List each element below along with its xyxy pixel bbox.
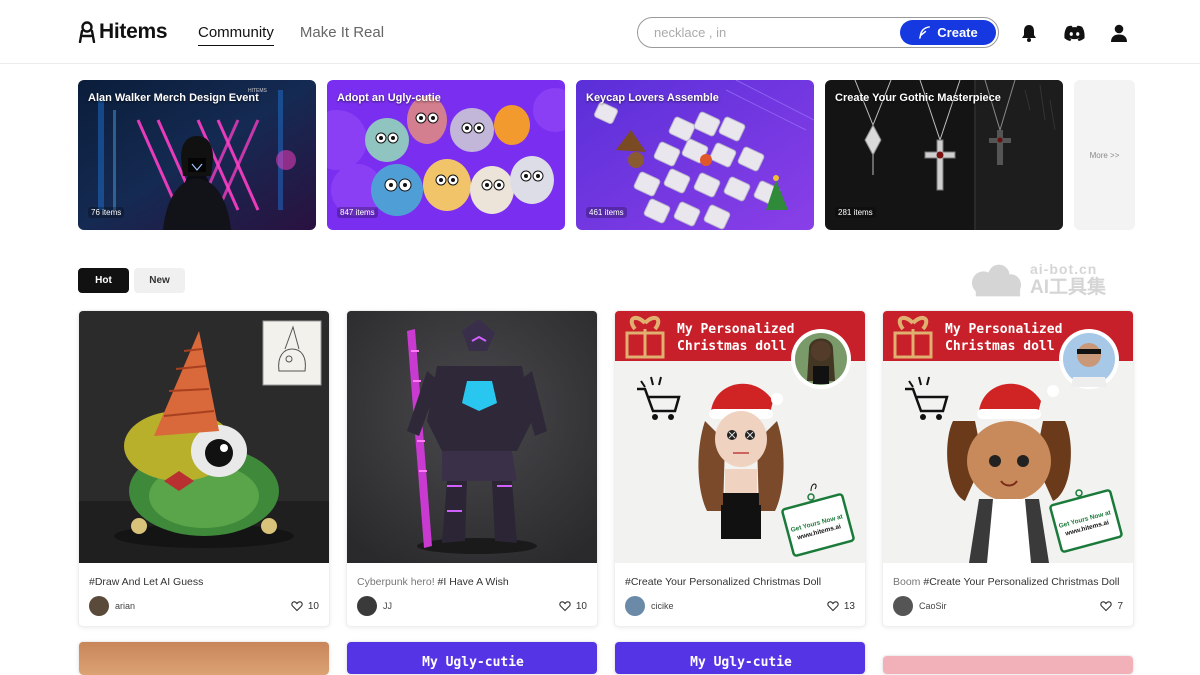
post-caption: #Create Your Personalized Christmas Doll xyxy=(625,575,855,590)
create-button-label: Create xyxy=(937,24,978,40)
avatar xyxy=(625,596,645,616)
heart-icon xyxy=(1100,601,1113,612)
post-card[interactable] xyxy=(882,655,1134,675)
top-navbar: Hitems Community Make It Real Create xyxy=(0,0,1200,64)
post-caption-tag[interactable]: #Draw And Let AI Guess xyxy=(89,576,203,588)
banner-item-count: 847 items xyxy=(337,207,378,218)
post-card[interactable]: My Ugly-cutie xyxy=(614,641,866,675)
username: cicike xyxy=(651,601,674,611)
banner-gothic-masterpiece[interactable]: Create Your Gothic Masterpiece 281 items xyxy=(825,80,1063,230)
banner-item-count: 281 items xyxy=(835,207,876,218)
post-card[interactable]: My Ugly-cutie xyxy=(346,641,598,675)
watermark-bottom-text: AI工具集 xyxy=(1030,277,1107,298)
post-card[interactable]: Cyberpunk hero! #I Have A Wish JJ 10 xyxy=(346,310,598,627)
post-caption-prefix: Boom xyxy=(893,576,924,588)
christmas-header-line-1: My Personalized xyxy=(945,322,1063,337)
christmas-header-text: My Personalized Christmas doll xyxy=(945,321,1062,355)
post-image xyxy=(883,656,1133,674)
post-caption-prefix: Cyberpunk hero! xyxy=(357,576,438,588)
like-button[interactable]: 10 xyxy=(559,600,587,612)
like-count: 10 xyxy=(575,600,587,612)
profile-button[interactable] xyxy=(1108,22,1130,44)
logo[interactable]: Hitems xyxy=(78,20,168,44)
avatar xyxy=(89,596,109,616)
banner-item-count: 461 items xyxy=(586,207,627,218)
heart-icon xyxy=(827,601,839,612)
cyberpunk-robot-image xyxy=(347,311,597,563)
frog-wizard-image xyxy=(79,311,329,563)
banner-title: Create Your Gothic Masterpiece xyxy=(835,92,1001,104)
like-count: 10 xyxy=(307,600,319,612)
christmas-header-text: My Personalized Christmas doll xyxy=(677,321,794,355)
like-button[interactable]: 10 xyxy=(291,600,319,612)
tab-new[interactable]: New xyxy=(134,268,185,293)
nav-community[interactable]: Community xyxy=(198,24,274,46)
post-author[interactable]: cicike xyxy=(625,596,674,616)
sort-tabs: Hot New xyxy=(78,268,185,293)
post-caption-tag[interactable]: #I Have A Wish xyxy=(438,576,509,588)
main-nav: Community Make It Real xyxy=(198,24,384,46)
post-caption-tag[interactable]: #Create Your Personalized Christmas Doll xyxy=(923,576,1119,588)
search-input[interactable] xyxy=(654,23,894,42)
banner-ugly-cutie[interactable]: Adopt an Ugly-cutie 847 items xyxy=(327,80,565,230)
banner-title: Adopt an Ugly-cutie xyxy=(337,92,441,104)
watermark: ai-bot.cn AI工具集 xyxy=(970,262,1106,297)
post-card[interactable]: My Personalized Christmas doll Get Yours… xyxy=(882,310,1134,627)
post-card[interactable] xyxy=(78,641,330,675)
post-image xyxy=(79,642,329,675)
username: CaoSir xyxy=(919,601,947,611)
logo-icon xyxy=(78,21,96,43)
ugly-cutie-header: My Ugly-cutie xyxy=(347,642,597,674)
username: JJ xyxy=(383,601,392,611)
more-events-button[interactable]: More >> xyxy=(1074,80,1135,230)
post-card[interactable]: #Draw And Let AI Guess arian 10 xyxy=(78,310,330,627)
watermark-top-text: ai-bot.cn xyxy=(1030,261,1098,277)
post-author[interactable]: arian xyxy=(89,596,135,616)
post-image xyxy=(79,311,329,563)
banner-keycap-lovers[interactable]: Keycap Lovers Assemble 461 items xyxy=(576,80,814,230)
post-image xyxy=(347,311,597,563)
heart-icon xyxy=(559,601,571,612)
like-count: 13 xyxy=(843,600,855,612)
search-bar: Create xyxy=(637,17,999,48)
post-caption: Boom #Create Your Personalized Christmas… xyxy=(893,575,1123,590)
post-image: My Personalized Christmas doll Get Yours… xyxy=(883,311,1133,563)
avatar xyxy=(893,596,913,616)
banner-item-count: 76 items xyxy=(88,207,125,218)
christmas-header-line-2: Christmas doll xyxy=(677,339,787,354)
username: arian xyxy=(115,601,136,611)
christmas-header-line-1: My Personalized xyxy=(677,322,795,337)
post-caption: #Draw And Let AI Guess xyxy=(89,575,319,590)
christmas-header-line-2: Christmas doll xyxy=(945,339,1055,354)
banner-alan-walker[interactable]: HITEMS Alan Walker Merch Design Event 76… xyxy=(78,80,316,230)
post-caption-tag[interactable]: #Create Your Personalized Christmas Doll xyxy=(625,576,821,588)
like-count: 7 xyxy=(1117,600,1123,612)
discord-button[interactable] xyxy=(1062,22,1086,44)
post-caption: Cyberpunk hero! #I Have A Wish xyxy=(357,575,587,590)
post-author[interactable]: CaoSir xyxy=(893,596,947,616)
post-image: My Personalized Christmas doll Get Yours… xyxy=(615,311,865,563)
avatar xyxy=(357,596,377,616)
bell-icon xyxy=(1022,25,1036,42)
event-banners: HITEMS Alan Walker Merch Design Event 76… xyxy=(78,80,1135,230)
post-card[interactable]: My Personalized Christmas doll Get Yours… xyxy=(614,310,866,627)
post-author[interactable]: JJ xyxy=(357,596,392,616)
feather-icon xyxy=(919,25,931,39)
user-icon xyxy=(1111,24,1127,42)
notifications-button[interactable] xyxy=(1018,22,1040,44)
like-button[interactable]: 7 xyxy=(1100,600,1123,612)
discord-icon xyxy=(1063,25,1085,41)
logo-text: Hitems xyxy=(99,20,168,43)
nav-make-it-real[interactable]: Make It Real xyxy=(300,24,384,46)
tab-hot[interactable]: Hot xyxy=(78,268,129,293)
ugly-cutie-header: My Ugly-cutie xyxy=(615,642,865,674)
watermark-logo-icon xyxy=(971,264,1022,296)
banner-title: Alan Walker Merch Design Event xyxy=(88,92,259,104)
create-button[interactable]: Create xyxy=(900,19,996,45)
heart-icon xyxy=(291,601,303,612)
banner-title: Keycap Lovers Assemble xyxy=(586,92,719,104)
like-button[interactable]: 13 xyxy=(827,600,855,612)
